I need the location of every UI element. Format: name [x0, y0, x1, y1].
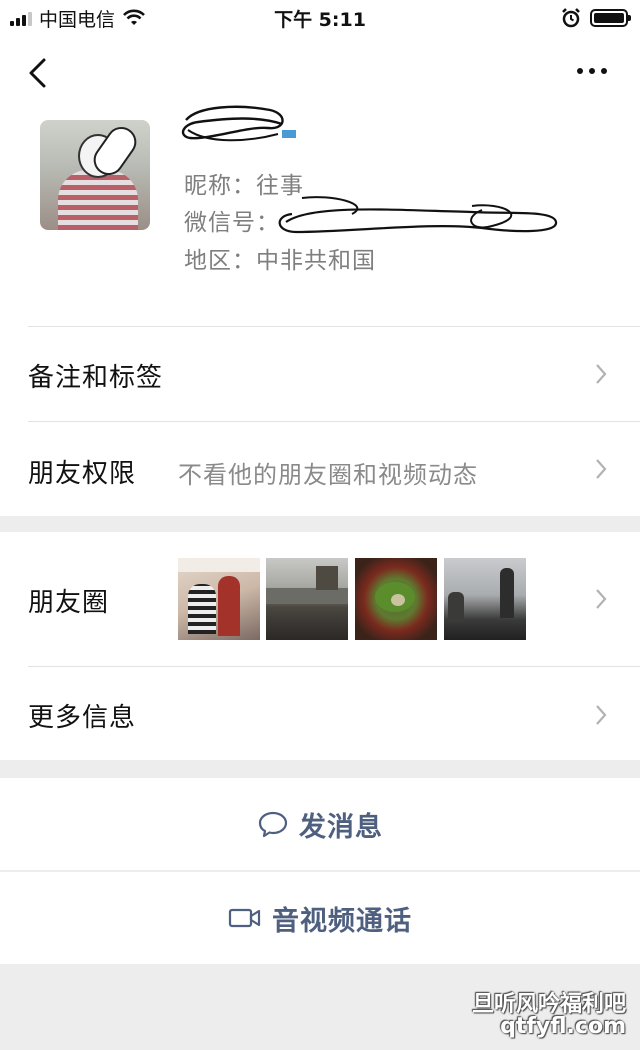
- more-options-icon[interactable]: [572, 56, 612, 86]
- chevron-right-icon: [596, 364, 607, 384]
- signal-icon: [10, 10, 32, 26]
- moments-photo[interactable]: [444, 558, 526, 640]
- avatar[interactable]: [40, 120, 150, 230]
- moments-photo[interactable]: [355, 558, 437, 640]
- moments-label: 朋友圈: [28, 588, 110, 618]
- chevron-right-icon: [596, 589, 607, 609]
- moments-photo[interactable]: [266, 558, 348, 640]
- remarks-tags-row[interactable]: 备注和标签: [0, 327, 640, 421]
- more-info-row[interactable]: 更多信息: [0, 667, 640, 761]
- redacted-name: [181, 105, 296, 142]
- moments-photo[interactable]: [178, 558, 260, 640]
- region-line: 地区：中非共和国: [184, 248, 376, 274]
- friend-permissions-row[interactable]: 朋友权限 不看他的朋友圈和视频动态: [0, 422, 640, 516]
- redacted-wechat-id: [278, 196, 558, 234]
- carrier-label: 中国电信: [39, 8, 116, 31]
- wechat-id-line: 微信号：: [184, 210, 280, 236]
- video-camera-icon: [228, 908, 261, 928]
- alarm-icon: [562, 8, 580, 28]
- chevron-right-icon: [596, 459, 607, 479]
- remarks-tags-label: 备注和标签: [28, 363, 164, 393]
- video-call-button[interactable]: 音视频通话: [0, 872, 640, 964]
- friend-permissions-value: 不看他的朋友圈和视频动态: [178, 461, 478, 489]
- friend-permissions-label: 朋友权限: [28, 459, 137, 489]
- back-icon[interactable]: [24, 56, 52, 90]
- video-call-label: 音视频通话: [272, 905, 412, 937]
- more-info-label: 更多信息: [28, 703, 137, 733]
- send-message-label: 发消息: [299, 811, 383, 843]
- send-message-button[interactable]: 发消息: [0, 778, 640, 870]
- chat-bubble-icon: [258, 811, 288, 838]
- status-bar: 中国电信 下午 5:11: [0, 0, 640, 36]
- watermark-url: qtfyfl.com: [500, 1014, 626, 1039]
- wifi-icon: [123, 9, 145, 25]
- battery-icon: [590, 9, 631, 27]
- chevron-right-icon: [596, 705, 607, 725]
